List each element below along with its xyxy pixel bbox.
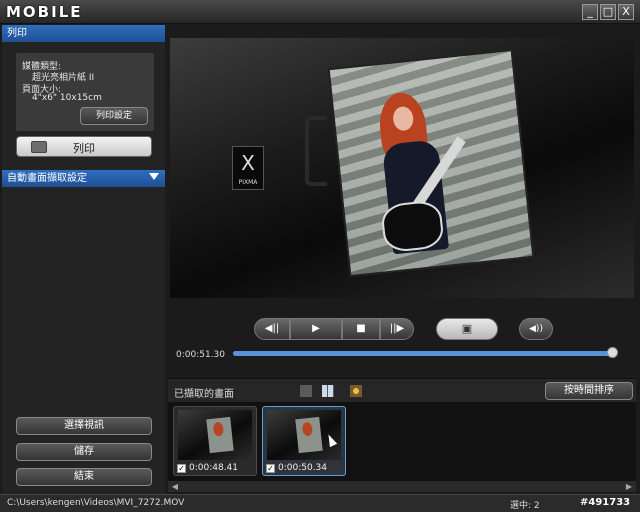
left-panel: 列印 媒體類型: 超光亮相片紙 II 頁面大小: 4"x6" 10x15cm 列…: [2, 25, 165, 495]
capture-2-time: 0:00:50.34: [278, 463, 328, 473]
thumbnail-scrollbar[interactable]: ◀ ▶: [168, 480, 636, 492]
file-path: C:\Users\kengen\Videos\MVI_7272.MOV: [7, 498, 185, 508]
print-button[interactable]: 列印: [16, 136, 152, 157]
print-info-box: 媒體類型: 超光亮相片紙 II 頁面大小: 4"x6" 10x15cm 列印設定: [16, 53, 154, 131]
maximize-button[interactable]: □: [600, 4, 616, 20]
capture-1-checkbox[interactable]: ✓: [177, 464, 186, 473]
thumbnail-image: [267, 410, 341, 460]
pixma-badge: X PIXMA: [232, 146, 264, 190]
capture-thumbnail-1[interactable]: ✓ 0:00:48.41: [173, 406, 257, 476]
thumbnail-image: [178, 410, 252, 460]
cursor-icon: [324, 432, 338, 448]
chevron-down-icon: [149, 173, 159, 180]
volume-button[interactable]: ◀)): [519, 318, 553, 340]
capture-icon: ▣: [461, 322, 473, 335]
capture-frame-button[interactable]: ▣: [436, 318, 498, 340]
auto-capture-label: 自動畫面擷取設定: [7, 173, 87, 184]
paint-icon[interactable]: [350, 385, 362, 397]
status-bar: C:\Users\kengen\Videos\MVI_7272.MOV 選中: …: [0, 494, 640, 512]
page-size-value: 4"x6" 10x15cm: [32, 93, 102, 103]
capture-1-time: 0:00:48.41: [189, 463, 239, 473]
selected-count: 選中: 2: [510, 501, 540, 511]
speaker-icon: ◀)): [529, 324, 543, 334]
auto-capture-header[interactable]: 自動畫面擷取設定: [2, 170, 165, 187]
captured-frames-list: ✓ 0:00:48.41 ✓ 0:00:50.34: [168, 402, 636, 480]
print-settings-button[interactable]: 列印設定: [80, 107, 148, 125]
exit-button[interactable]: 結束: [16, 468, 152, 486]
watermark: #491733: [580, 497, 631, 508]
captured-frames-header: 已擷取的畫面 按時間排序: [168, 378, 636, 402]
video-preview[interactable]: X PIXMA: [170, 38, 634, 298]
prev-frame-button[interactable]: ◀||: [254, 318, 290, 340]
scroll-left-icon[interactable]: ◀: [170, 482, 180, 492]
pixma-text: PIXMA: [238, 179, 258, 186]
seek-handle[interactable]: [607, 347, 619, 358]
close-button[interactable]: X: [618, 4, 634, 20]
single-view-icon[interactable]: [300, 385, 312, 397]
sort-by-time-button[interactable]: 按時間排序: [545, 382, 633, 400]
capture-thumbnail-2[interactable]: ✓ 0:00:50.34: [262, 406, 346, 476]
print-section-header[interactable]: 列印: [2, 25, 165, 42]
play-button[interactable]: ▶: [290, 318, 342, 340]
app-logo: MOBILE: [6, 3, 83, 21]
pixma-mark: X: [241, 151, 255, 175]
seek-bar-fill: [233, 351, 614, 356]
seek-bar[interactable]: [233, 351, 617, 356]
next-frame-button[interactable]: ||▶: [380, 318, 414, 340]
printer-handle: [305, 116, 327, 186]
capture-2-checkbox[interactable]: ✓: [266, 464, 275, 473]
scroll-right-icon[interactable]: ▶: [624, 482, 634, 492]
current-time: 0:00:51.30: [176, 350, 226, 360]
captured-frames-title: 已擷取的畫面: [174, 389, 234, 400]
grid-view-icon[interactable]: [322, 385, 334, 397]
minimize-button[interactable]: _: [582, 4, 598, 20]
save-button[interactable]: 儲存: [16, 443, 152, 461]
stop-button[interactable]: ■: [342, 318, 380, 340]
print-button-label: 列印: [73, 142, 95, 155]
printed-photo: [327, 48, 535, 278]
title-bar: MOBILE _ □ X: [0, 0, 640, 24]
select-video-button[interactable]: 選擇視訊: [16, 417, 152, 435]
